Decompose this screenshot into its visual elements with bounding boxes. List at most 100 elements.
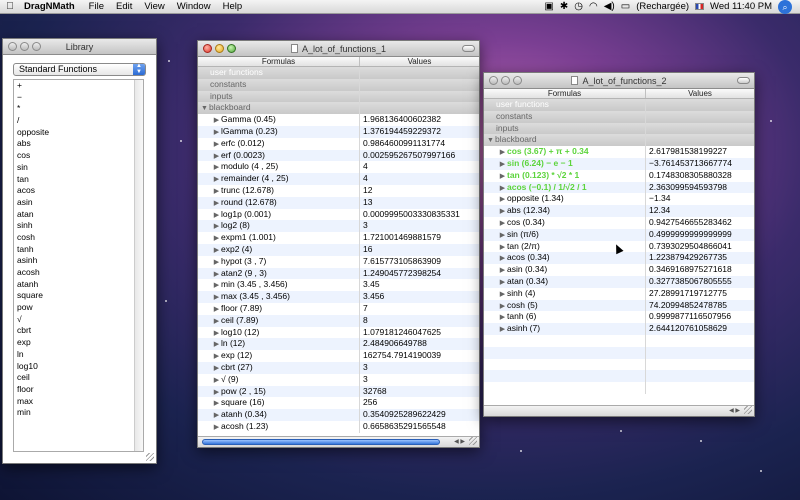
toolbar-toggle-button[interactable] [462, 45, 475, 52]
table-row[interactable]: ▶ log10 (12) 1.079181246047625 [198, 326, 479, 339]
formula-cell[interactable]: ▶ Gamma (0.45) [198, 114, 360, 126]
table-row[interactable]: ▶ √ (9) 3 [198, 373, 479, 386]
col-values[interactable]: Values [360, 57, 479, 66]
disclosure-closed-icon[interactable]: ▶ [212, 387, 221, 398]
table-row[interactable]: ▶ lGamma (0.23) 1.376194459229372 [198, 125, 479, 138]
disclosure-closed-icon[interactable]: ▶ [498, 253, 507, 264]
formula-cell[interactable]: ▶ exp2 (4) [198, 243, 360, 256]
resize-handle[interactable] [744, 406, 752, 414]
disclosure-closed-icon[interactable]: ▶ [212, 198, 221, 209]
library-item[interactable]: max [14, 396, 143, 408]
scroll-arrows-icon[interactable]: ◀ ▶ [454, 438, 465, 445]
disclosure-closed-icon[interactable]: ▶ [212, 221, 221, 232]
volume-icon[interactable]: ◀) [604, 1, 615, 12]
table-row[interactable]: ▶ acosh (1.23) 0.6658635291565548 [198, 420, 479, 433]
table-row[interactable]: ▶ floor (7.89) 7 [198, 302, 479, 315]
formula-cell[interactable]: ▶ ceil (7.89) [198, 314, 360, 327]
library-item[interactable]: exp [14, 337, 143, 349]
formula-cell[interactable]: ▶ cosh (5) [484, 299, 646, 312]
dropbox-icon[interactable]: ▣ [544, 1, 553, 12]
formula-cell[interactable]: ▶ erfc (0.012) [198, 137, 360, 150]
formula-cell[interactable]: ▶ atanh (0.34) [198, 409, 360, 421]
disclosure-closed-icon[interactable]: ▶ [212, 115, 221, 126]
table-row[interactable]: ▶ abs (12.34) 12.34 [484, 205, 754, 217]
formula-cell[interactable]: ▶ floor (7.89) [198, 302, 360, 315]
table-row[interactable]: ▶ atanh (0.34) 0.3540925289622429 [198, 409, 479, 421]
blackboard-group[interactable]: ▼blackboard [198, 102, 479, 115]
disclosure-closed-icon[interactable]: ▶ [498, 183, 507, 194]
menu-edit[interactable]: Edit [110, 1, 138, 12]
table-row[interactable]: ▶ sinh (4) 27.28991719712775 [484, 287, 754, 300]
app-menu[interactable]: DragNMath [20, 1, 83, 12]
table-row[interactable]: ▶ cos (0.34) 0.9427546655283462 [484, 216, 754, 229]
table-row[interactable]: ▶ tanh (6) 0.9999877116507956 [484, 311, 754, 324]
formula-cell[interactable]: ▶ min (3.45 , 3.456) [198, 279, 360, 292]
library-item[interactable]: asinh [14, 255, 143, 267]
table-row[interactable]: ▶ acos (−0.1) / 1/√2 / 1 2.363099594593798 [484, 181, 754, 194]
disclosure-closed-icon[interactable]: ▶ [212, 363, 221, 374]
table-row[interactable]: ▶ round (12.678) 13 [198, 196, 479, 209]
table-row[interactable]: ▶ remainder (4 , 25) 4 [198, 173, 479, 185]
disclosure-closed-icon[interactable]: ▶ [498, 277, 507, 288]
disclosure-closed-icon[interactable]: ▶ [212, 269, 221, 280]
constants-group[interactable]: constants [484, 110, 754, 123]
battery-icon[interactable]: ▭ [621, 1, 630, 12]
library-item[interactable]: sinh [14, 220, 143, 232]
table-row[interactable]: ▶ modulo (4 , 25) 4 [198, 161, 479, 174]
disclosure-closed-icon[interactable]: ▶ [212, 304, 221, 315]
formula-cell[interactable]: ▶ tanh (6) [484, 311, 646, 324]
resize-handle[interactable] [469, 437, 477, 445]
disclosure-closed-icon[interactable]: ▶ [212, 139, 221, 150]
table-row[interactable]: ▶ min (3.45 , 3.456) 3.45 [198, 279, 479, 292]
formula-cell[interactable]: ▶ cos (3.67) + π + 0.34 [484, 146, 646, 158]
col-formulas[interactable]: Formulas [198, 57, 360, 66]
menu-help[interactable]: Help [217, 1, 249, 12]
library-item[interactable]: square [14, 290, 143, 302]
disclosure-closed-icon[interactable]: ▶ [498, 206, 507, 217]
disclosure-closed-icon[interactable]: ▶ [212, 339, 221, 350]
formula-cell[interactable]: ▶ sin (π/6) [484, 228, 646, 241]
formula-cell[interactable]: ▶ square (16) [198, 397, 360, 410]
library-item[interactable]: abs [14, 138, 143, 150]
table-row[interactable]: ▶ sin (6.24) − e − 1 −3.761453713667774 [484, 157, 754, 170]
disclosure-closed-icon[interactable]: ▶ [212, 210, 221, 221]
library-item[interactable]: asin [14, 197, 143, 209]
disclosure-closed-icon[interactable]: ▶ [212, 422, 221, 433]
library-item[interactable]: / [14, 115, 143, 127]
table-row[interactable]: ▶ sin (π/6) 0.4999999999999999 [484, 228, 754, 241]
formula-cell[interactable]: ▶ expm1 (1.001) [198, 232, 360, 244]
horizontal-scrollbar[interactable]: ◀ ▶ [484, 405, 754, 416]
formula-cell[interactable]: ▶ pow (2 , 15) [198, 385, 360, 398]
table-row[interactable]: ▶ ln (12) 2.484906649788 [198, 338, 479, 351]
library-item[interactable]: atan [14, 209, 143, 221]
table-row[interactable]: ▶ trunc (12.678) 12 [198, 184, 479, 197]
col-values[interactable]: Values [646, 89, 754, 98]
table-row[interactable]: ▶ cos (3.67) + π + 0.34 2.617981538199227 [484, 146, 754, 158]
library-item[interactable]: tanh [14, 244, 143, 256]
disclosure-closed-icon[interactable]: ▶ [212, 127, 221, 138]
minimize-button[interactable] [20, 42, 29, 51]
close-button[interactable] [8, 42, 17, 51]
disclosure-closed-icon[interactable]: ▶ [212, 280, 221, 291]
formula-cell[interactable]: ▶ acos (0.34) [484, 252, 646, 265]
formula-cell[interactable]: ▶ hypot (3 , 7) [198, 255, 360, 268]
disclosure-closed-icon[interactable]: ▶ [212, 351, 221, 362]
table-row[interactable]: ▶ asinh (7) 2.644120761058629 [484, 323, 754, 335]
table-row[interactable]: ▶ Gamma (0.45) 1.968136400602382 [198, 114, 479, 126]
menu-view[interactable]: View [138, 1, 170, 12]
battery-status[interactable]: (Rechargée) [636, 1, 689, 12]
constants-group[interactable]: constants [198, 78, 479, 91]
disclosure-closed-icon[interactable]: ▶ [212, 245, 221, 256]
disclosure-closed-icon[interactable]: ▶ [212, 174, 221, 185]
flag-icon[interactable] [695, 3, 705, 10]
disclosure-closed-icon[interactable]: ▶ [498, 301, 507, 312]
library-item[interactable]: √ [14, 314, 143, 326]
library-item[interactable]: acos [14, 185, 143, 197]
formula-cell[interactable]: ▶ opposite (1.34) [484, 193, 646, 206]
table-row[interactable]: ▶ erfc (0.012) 0.9864600991131774 [198, 137, 479, 150]
formula-cell[interactable]: ▶ asinh (7) [484, 323, 646, 335]
library-item[interactable]: cosh [14, 232, 143, 244]
table-row[interactable]: ▶ expm1 (1.001) 1.721001469881579 [198, 232, 479, 244]
table-row[interactable]: ▶ opposite (1.34) −1.34 [484, 193, 754, 206]
library-item[interactable]: cos [14, 150, 143, 162]
